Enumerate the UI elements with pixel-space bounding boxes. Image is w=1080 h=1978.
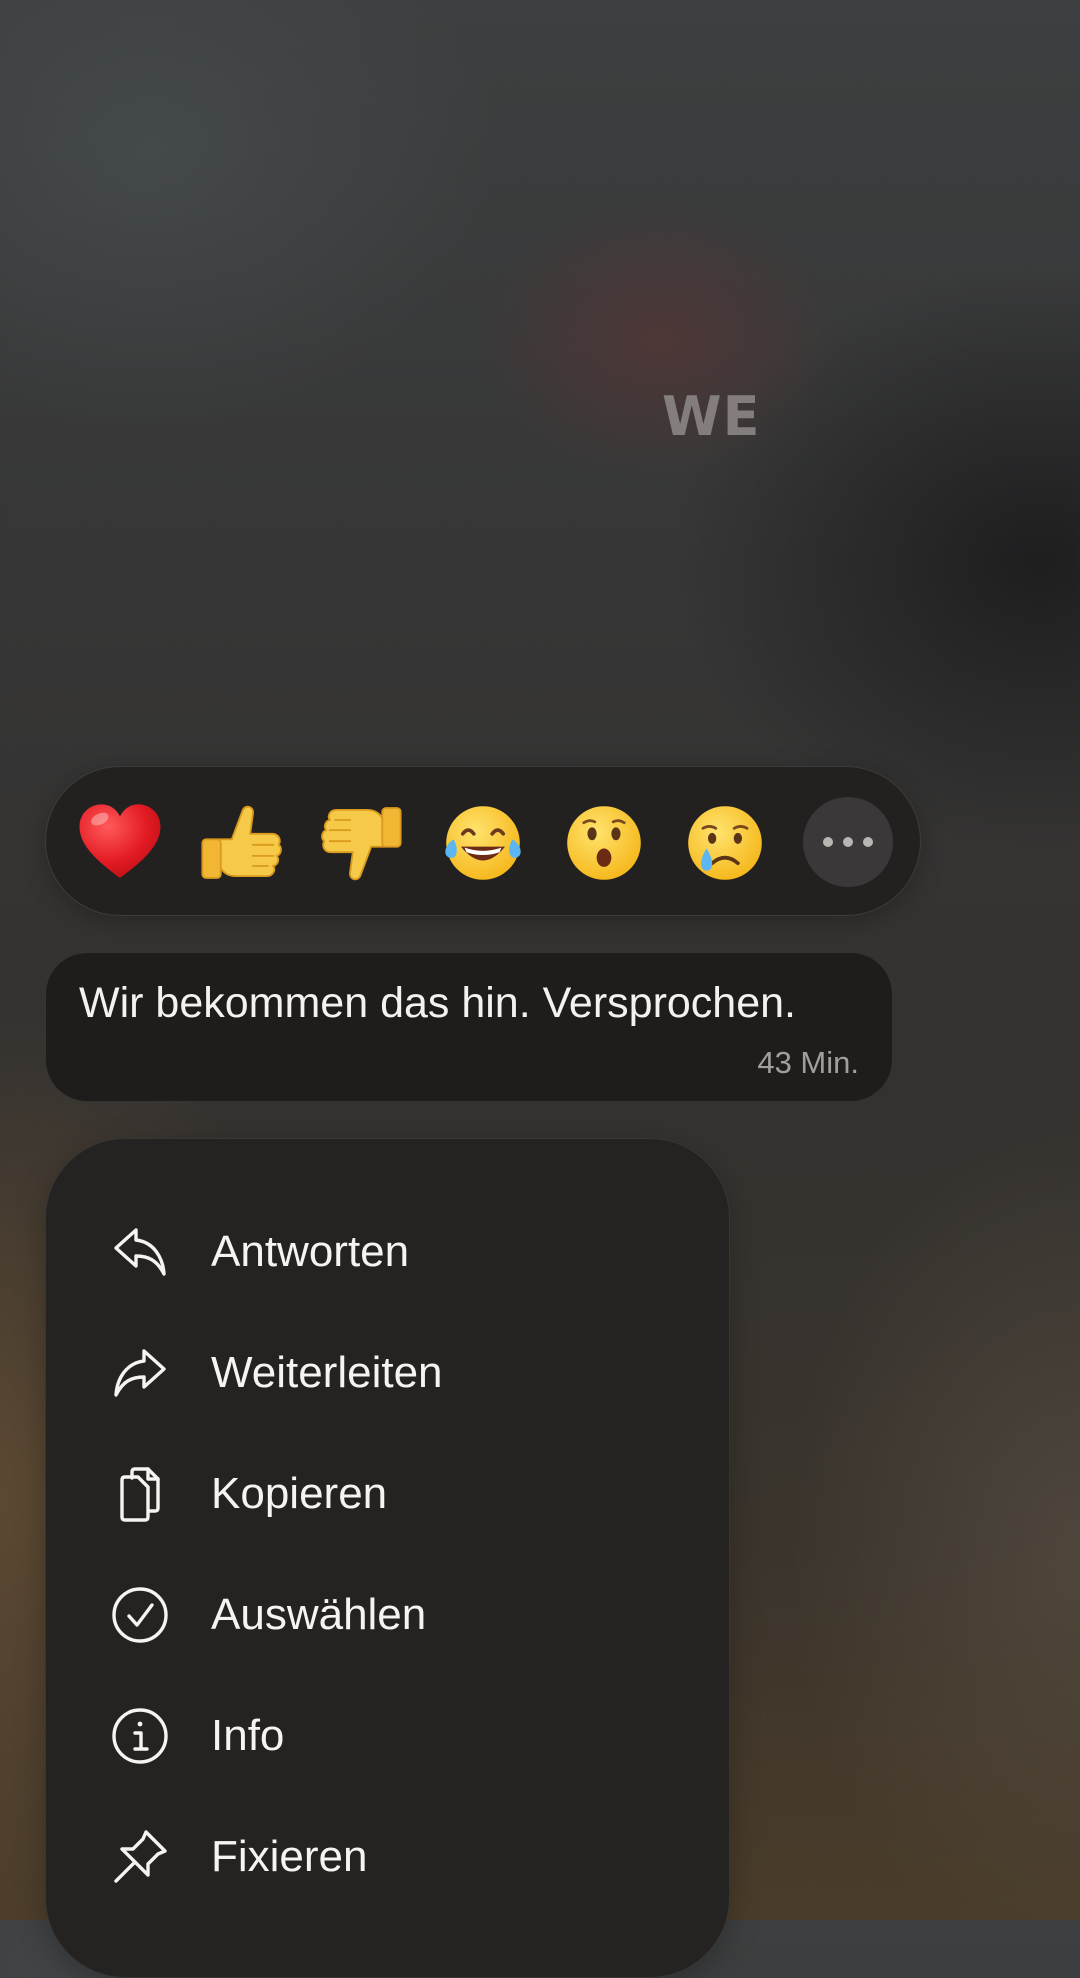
- menu-item-copy[interactable]: Kopieren: [46, 1439, 729, 1549]
- reaction-thumbs-up-button[interactable]: [195, 797, 287, 889]
- menu-item-label: Fixieren: [211, 1832, 368, 1881]
- menu-item-label: Weiterleiten: [211, 1348, 443, 1397]
- menu-item-select[interactable]: Auswählen: [46, 1560, 729, 1670]
- menu-item-pin[interactable]: Fixieren: [46, 1802, 729, 1912]
- reaction-crying-button[interactable]: [679, 797, 771, 889]
- info-icon: [110, 1706, 170, 1766]
- reaction-thumbs-down-button[interactable]: [316, 797, 408, 889]
- select-check-icon: [110, 1585, 170, 1645]
- copy-icon: [110, 1464, 170, 1524]
- menu-item-label: Antworten: [211, 1227, 410, 1276]
- menu-item-reply[interactable]: Antworten: [46, 1197, 729, 1307]
- red-heart-icon: [79, 804, 161, 878]
- face-with-tears-of-joy-icon: [445, 806, 521, 880]
- message-bubble[interactable]: Wir bekommen das hin. Versprochen. 43 Mi…: [45, 952, 893, 1102]
- reply-icon: [110, 1222, 170, 1282]
- message-context-menu: Antworten Weiterleiten Kopieren Auswähle…: [45, 1138, 730, 1978]
- reaction-bar: [45, 766, 921, 916]
- reaction-heart-button[interactable]: [74, 797, 166, 889]
- menu-item-info[interactable]: Info: [46, 1681, 729, 1791]
- message-timestamp: 43 Min.: [757, 1045, 859, 1080]
- menu-item-forward[interactable]: Weiterleiten: [46, 1318, 729, 1428]
- message-text: Wir bekommen das hin. Versprochen.: [79, 979, 796, 1027]
- thumbs-down-icon: [321, 807, 402, 881]
- menu-item-label: Auswählen: [211, 1590, 427, 1639]
- reaction-laughing-button[interactable]: [437, 797, 529, 889]
- more-reactions-button[interactable]: [803, 797, 893, 887]
- reaction-surprised-button[interactable]: [558, 797, 650, 889]
- pin-icon: [110, 1827, 170, 1887]
- menu-item-label: Kopieren: [211, 1469, 388, 1518]
- thumbs-up-icon: [201, 805, 282, 879]
- menu-item-label: Info: [211, 1711, 285, 1760]
- crying-face-icon: [688, 806, 762, 880]
- hushed-face-icon: [567, 806, 641, 880]
- forward-icon: [110, 1343, 170, 1403]
- background-chat-label: WE: [662, 385, 761, 448]
